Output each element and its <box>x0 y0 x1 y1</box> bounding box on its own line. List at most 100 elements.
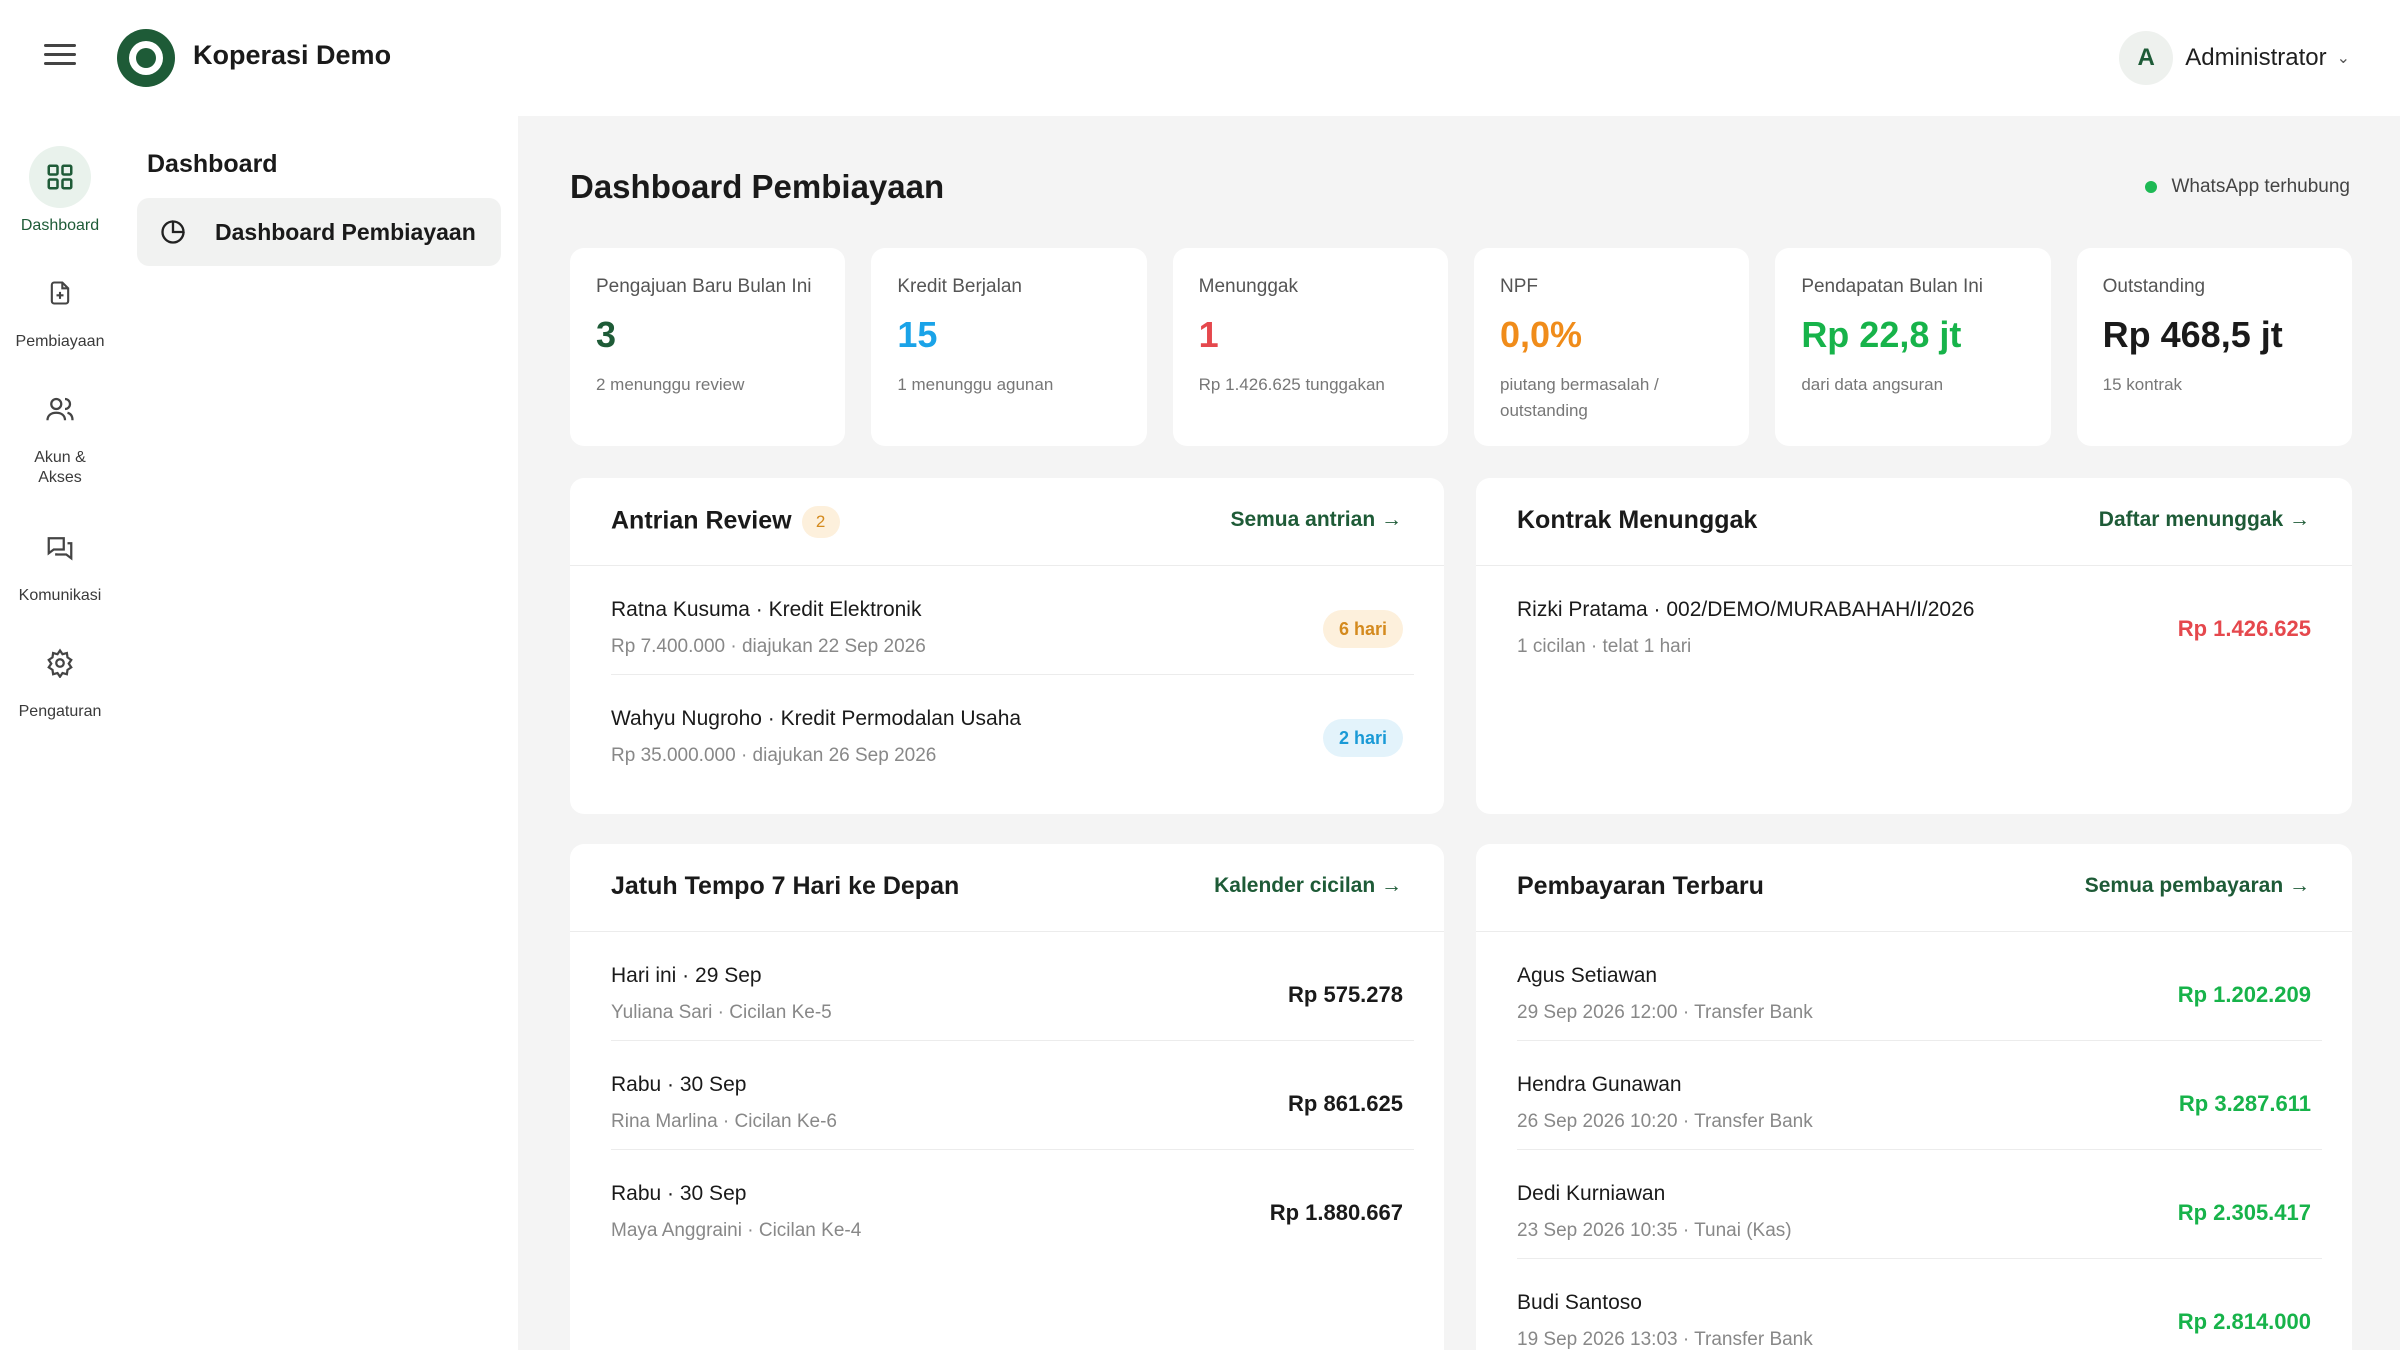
rail-item-pengaturan[interactable]: Pengaturan <box>0 632 120 722</box>
card-title: Jatuh Tempo 7 Hari ke Depan <box>611 872 960 900</box>
list-item[interactable]: Agus Setiawan 29 Sep 2026 12:00 · Transf… <box>1517 932 2322 1041</box>
stat-sub: 1 menunggu agunan <box>897 375 1054 394</box>
stat-card-kredit-berjalan[interactable]: Kredit Berjalan 15 1 menunggu agunan <box>871 248 1147 446</box>
list-item[interactable]: Rabu · 30 Sep Rina Marlina · Cicilan Ke-… <box>611 1041 1414 1150</box>
brand-logo <box>117 29 175 87</box>
count-badge: 2 <box>801 506 840 538</box>
row-amount: Rp 2.814.000 <box>2177 1309 2311 1334</box>
row-sub: Rp 35.000.000 · diajukan 26 Sep 2026 <box>611 745 937 766</box>
list-item[interactable]: Rabu · 30 Sep Maya Anggraini · Cicilan K… <box>611 1150 1414 1259</box>
rail-item-akun[interactable]: Akun & Akses <box>0 378 120 488</box>
recent-payments-card: Pembayaran Terbaru Semua pembayaran → Ag… <box>1476 844 2352 1350</box>
document-plus-icon <box>29 262 91 324</box>
all-queue-link[interactable]: Semua antrian → <box>1230 508 1402 532</box>
rail-label-pembiayaan: Pembiayaan <box>15 333 105 350</box>
brand-name: Koperasi Demo <box>193 40 392 70</box>
row-title: Rabu · 30 Sep <box>611 1182 747 1205</box>
pie-chart-icon <box>159 218 187 251</box>
card-title: Antrian Review 2 <box>611 506 840 538</box>
submenu-item-dashboard-pembiayaan[interactable]: Dashboard Pembiayaan <box>137 198 501 266</box>
submenu-item-label: Dashboard Pembiayaan <box>215 218 476 245</box>
row-sub: Rina Marlina · Cicilan Ke-6 <box>611 1111 837 1132</box>
rail-label-pengaturan: Pengaturan <box>18 703 102 720</box>
stat-value: 0,0% <box>1499 314 1583 355</box>
list-item[interactable]: Rizki Pratama · 002/DEMO/MURABAHAH/I/202… <box>1517 566 2322 675</box>
row-amount: Rp 1.880.667 <box>1269 1200 1403 1225</box>
row-sub: 19 Sep 2026 13:03 · Transfer Bank <box>1517 1329 1813 1350</box>
stat-label: Pengajuan Baru Bulan Ini <box>596 276 812 297</box>
top-bar: Koperasi Demo A Administrator ⌄ <box>0 0 2400 116</box>
row-sub: Maya Anggraini · Cicilan Ke-4 <box>611 1220 862 1241</box>
row-title: Rizki Pratama · 002/DEMO/MURABAHAH/I/202… <box>1517 598 1975 621</box>
row-title: Ratna Kusuma · Kredit Elektronik <box>611 598 922 621</box>
users-icon <box>29 378 91 440</box>
stat-label: Menunggak <box>1198 276 1298 297</box>
arrears-card: Kontrak Menunggak Daftar menunggak → Riz… <box>1476 478 2352 814</box>
stat-value: Rp 22,8 jt <box>1801 314 1962 355</box>
icon-rail: Dashboard Pembiayaan Akun & Akses Komuni… <box>0 116 120 1350</box>
row-sub: Yuliana Sari · Cicilan Ke-5 <box>611 1002 832 1023</box>
row-title: Wahyu Nugroho · Kredit Permodalan Usaha <box>611 707 1022 730</box>
card-title: Pembayaran Terbaru <box>1517 872 1764 900</box>
list-item[interactable]: Budi Santoso 19 Sep 2026 13:03 · Transfe… <box>1517 1259 2322 1350</box>
review-queue-card: Antrian Review 2 Semua antrian → Ratna Ku… <box>570 478 1444 814</box>
row-title: Dedi Kurniawan <box>1517 1182 1666 1205</box>
list-item[interactable]: Hendra Gunawan 26 Sep 2026 10:20 · Trans… <box>1517 1041 2322 1150</box>
installment-calendar-link[interactable]: Kalender cicilan → <box>1214 874 1402 898</box>
list-item[interactable]: Hari ini · 29 Sep Yuliana Sari · Cicilan… <box>611 932 1414 1041</box>
stat-sub: piutang bermasalah / outstanding <box>1499 375 1659 420</box>
rail-item-pembiayaan[interactable]: Pembiayaan <box>0 262 120 352</box>
row-sub: 23 Sep 2026 10:35 · Tunai (Kas) <box>1517 1220 1792 1241</box>
age-badge: 6 hari <box>1322 610 1403 648</box>
chevron-down-icon: ⌄ <box>2336 50 2350 67</box>
row-sub: Rp 7.400.000 · diajukan 22 Sep 2026 <box>611 636 926 657</box>
stat-card-pendapatan[interactable]: Pendapatan Bulan Ini Rp 22,8 jt dari dat… <box>1775 248 2051 446</box>
stats-row: Pengajuan Baru Bulan Ini 3 2 menunggu re… <box>570 248 2352 446</box>
chat-icon <box>29 516 91 578</box>
stat-card-pengajuan[interactable]: Pengajuan Baru Bulan Ini 3 2 menunggu re… <box>570 248 846 446</box>
status-dot-icon <box>2145 181 2158 193</box>
row-amount: Rp 1.426.625 <box>2177 616 2311 641</box>
all-payments-link[interactable]: Semua pembayaran → <box>2085 874 2310 898</box>
row-amount: Rp 575.278 <box>1288 982 1403 1007</box>
stat-label: Pendapatan Bulan Ini <box>1801 276 1984 297</box>
row-title: Hendra Gunawan <box>1517 1073 1682 1096</box>
row-amount: Rp 1.202.209 <box>2177 982 2311 1007</box>
stat-card-menunggak[interactable]: Menunggak 1 Rp 1.426.625 tunggakan <box>1172 248 1448 446</box>
row-sub: 29 Sep 2026 12:00 · Transfer Bank <box>1517 1002 1813 1023</box>
row-amount: Rp 2.305.417 <box>2177 1200 2311 1225</box>
whatsapp-status: WhatsApp terhubung <box>2145 176 2350 198</box>
list-item[interactable]: Wahyu Nugroho · Kredit Permodalan Usaha … <box>611 675 1414 784</box>
stat-label: Kredit Berjalan <box>897 276 1022 297</box>
stat-label: NPF <box>1499 276 1538 297</box>
stat-card-npf[interactable]: NPF 0,0% piutang bermasalah / outstandin… <box>1473 248 1750 446</box>
rail-item-komunikasi[interactable]: Komunikasi <box>0 516 120 606</box>
row-sub: 26 Sep 2026 10:20 · Transfer Bank <box>1517 1111 1813 1132</box>
main-content: Dashboard Pembiayaan WhatsApp terhubung … <box>518 116 2400 1350</box>
arrears-list-link[interactable]: Daftar menunggak → <box>2099 508 2310 532</box>
rail-item-dashboard[interactable]: Dashboard <box>0 146 120 236</box>
page-title: Dashboard Pembiayaan <box>570 168 945 205</box>
stat-value: 1 <box>1198 314 1219 355</box>
stat-label: Outstanding <box>2102 276 2206 297</box>
grid-icon <box>29 146 91 208</box>
row-title: Agus Setiawan <box>1517 964 1658 987</box>
row-title: Hari ini · 29 Sep <box>611 964 762 987</box>
row-amount: Rp 861.625 <box>1288 1091 1403 1116</box>
due-soon-card: Jatuh Tempo 7 Hari ke Depan Kalender cic… <box>570 844 1444 1350</box>
stat-sub: 15 kontrak <box>2102 375 2183 394</box>
user-menu[interactable]: A Administrator ⌄ <box>2119 31 2350 85</box>
gear-icon <box>29 632 91 694</box>
list-item[interactable]: Ratna Kusuma · Kredit Elektronik Rp 7.40… <box>611 566 1414 675</box>
stat-card-outstanding[interactable]: Outstanding Rp 468,5 jt 15 kontrak <box>2076 248 2352 446</box>
list-item[interactable]: Dedi Kurniawan 23 Sep 2026 10:35 · Tunai… <box>1517 1150 2322 1259</box>
submenu-title: Dashboard <box>147 150 278 178</box>
stat-sub: Rp 1.426.625 tunggakan <box>1198 375 1385 394</box>
rail-label-komunikasi: Komunikasi <box>18 587 102 604</box>
stat-sub: 2 menunggu review <box>596 375 745 394</box>
row-amount: Rp 3.287.611 <box>2178 1091 2311 1116</box>
stat-value: 3 <box>596 314 617 355</box>
menu-toggle-icon[interactable] <box>44 44 76 70</box>
stat-value: Rp 468,5 jt <box>2102 314 2283 355</box>
row-sub: 1 cicilan · telat 1 hari <box>1517 636 1692 657</box>
